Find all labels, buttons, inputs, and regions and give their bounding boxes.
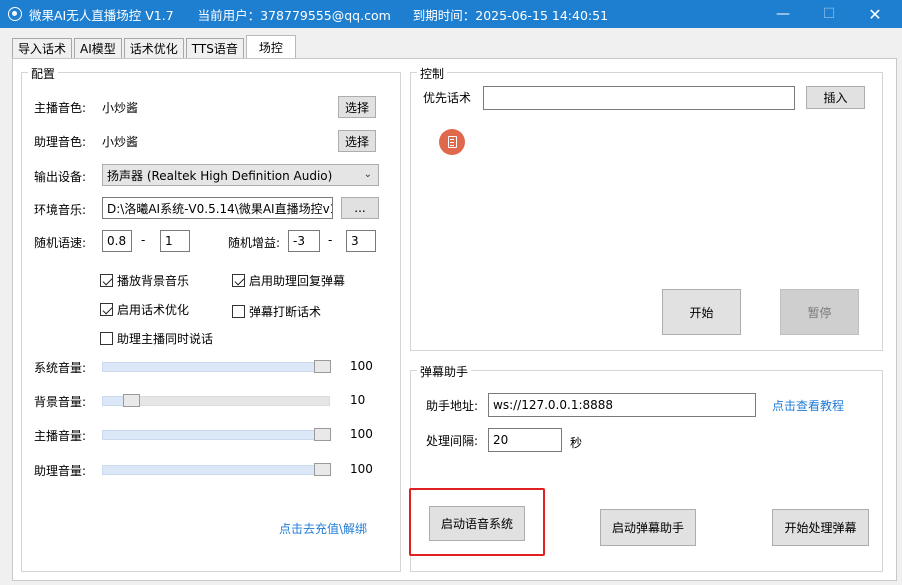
- checkbox-simultaneous-speak-label: 助理主播同时说话: [117, 332, 214, 346]
- assistant-address-input[interactable]: ws://127.0.0.1:8888: [488, 393, 756, 417]
- checkbox-play-bgm-box[interactable]: [100, 274, 113, 287]
- output-device-select[interactable]: 扬声器 (Realtek High Definition Audio) ⌄: [102, 164, 379, 186]
- assistant-volume-label: 助理音量:: [34, 464, 87, 478]
- assistant-voice-label: 助理音色:: [34, 135, 87, 149]
- maximize-icon[interactable]: ☐: [806, 0, 852, 28]
- checkbox-danmaku-interrupt[interactable]: 弹幕打断话术: [232, 303, 321, 320]
- speed-min-input[interactable]: 0.8: [102, 230, 132, 252]
- app-title: 微果AI无人直播场控 V1.7: [29, 7, 174, 23]
- annotation-highlight-box: [409, 488, 545, 556]
- chevron-down-icon: ⌄: [363, 169, 372, 180]
- speed-max-input[interactable]: 1: [160, 230, 190, 252]
- main-window: 导入话术 AI模型 话术优化 TTS语音 场控 配置 主播音色: 小炒酱 选择 …: [0, 28, 902, 585]
- speed-dash: -: [141, 233, 146, 247]
- start-danmaku-assistant-button[interactable]: 启动弹幕助手: [600, 509, 696, 546]
- tab-strip: 导入话术 AI模型 话术优化 TTS语音 场控: [12, 35, 298, 58]
- gain-dash: -: [328, 233, 333, 247]
- host-volume-label: 主播音量:: [34, 429, 87, 443]
- bgm-volume-label: 背景音量:: [34, 395, 87, 409]
- assistant-address-label: 助手地址:: [426, 399, 479, 413]
- tab-field-control[interactable]: 场控: [245, 35, 296, 58]
- start-processing-danmaku-button[interactable]: 开始处理弹幕: [772, 509, 869, 546]
- checkbox-play-bgm-label: 播放背景音乐: [117, 274, 190, 288]
- control-group-label: 控制: [417, 65, 448, 82]
- slider-thumb[interactable]: [314, 360, 331, 373]
- checkbox-danmaku-interrupt-box[interactable]: [232, 305, 245, 318]
- gain-label: 随机增益:: [228, 236, 281, 250]
- priority-script-input[interactable]: [483, 86, 795, 110]
- title-bar: 微果AI无人直播场控 V1.7 当前用户：378779555@qq.com 到期…: [0, 0, 902, 28]
- danmaku-group-label: 弹幕助手: [417, 363, 472, 380]
- ambient-music-path[interactable]: D:\洛曦AI系统-V0.5.14\微果AI直播场控v1: [102, 197, 333, 219]
- checkbox-script-optimize-box[interactable]: [100, 303, 113, 316]
- tab-panel: 配置 主播音色: 小炒酱 选择 助理音色: 小炒酱 选择 输出设备: 扬声器 (…: [12, 58, 897, 581]
- tutorial-link[interactable]: 点击查看教程: [772, 397, 844, 414]
- checkbox-simultaneous-speak[interactable]: 助理主播同时说话: [100, 330, 213, 347]
- pause-button[interactable]: 暂停: [780, 289, 859, 335]
- interval-unit: 秒: [570, 436, 583, 450]
- process-interval-label: 处理间隔:: [426, 434, 479, 448]
- slider-thumb[interactable]: [314, 463, 331, 476]
- host-volume-slider[interactable]: [102, 428, 331, 441]
- gain-min-input[interactable]: -3: [288, 230, 320, 252]
- checkbox-play-bgm[interactable]: 播放背景音乐: [100, 272, 189, 289]
- host-voice-value: 小炒酱: [102, 101, 139, 115]
- speed-label: 随机语速:: [34, 236, 87, 250]
- output-device-label: 输出设备:: [34, 170, 87, 184]
- output-device-value: 扬声器 (Realtek High Definition Audio): [107, 168, 333, 183]
- process-interval-input[interactable]: 20: [488, 428, 562, 452]
- checkbox-assistant-reply-box[interactable]: [232, 274, 245, 287]
- current-user: 当前用户：378779555@qq.com: [197, 7, 391, 23]
- assistant-volume-value: 100: [350, 462, 373, 476]
- checkbox-assistant-reply-label: 启用助理回复弹幕: [249, 274, 346, 288]
- config-group-label: 配置: [28, 65, 59, 82]
- control-group: 控制 优先话术 插入 开始 暂停: [410, 65, 883, 351]
- bgm-volume-value: 10: [350, 393, 366, 407]
- checkbox-simultaneous-speak-box[interactable]: [100, 332, 113, 345]
- checkbox-script-optimize[interactable]: 启用话术优化: [100, 301, 189, 318]
- expiry-time: 到期时间：2025-06-15 14:40:51: [412, 7, 609, 23]
- minimize-icon[interactable]: —: [760, 0, 806, 28]
- clipboard-icon[interactable]: [439, 129, 465, 155]
- browse-button[interactable]: ...: [341, 197, 379, 219]
- tab-script-optimize[interactable]: 话术优化: [123, 38, 184, 58]
- host-voice-select-button[interactable]: 选择: [338, 96, 376, 118]
- host-volume-value: 100: [350, 427, 373, 441]
- recharge-link[interactable]: 点击去充值\解绑: [279, 520, 367, 537]
- assistant-voice-value: 小炒酱: [102, 135, 139, 149]
- system-volume-value: 100: [350, 359, 373, 373]
- checkbox-script-optimize-label: 启用话术优化: [117, 303, 190, 317]
- host-voice-label: 主播音色:: [34, 101, 87, 115]
- slider-thumb[interactable]: [314, 428, 331, 441]
- config-group: 配置 主播音色: 小炒酱 选择 助理音色: 小炒酱 选择 输出设备: 扬声器 (…: [21, 65, 401, 572]
- checkbox-danmaku-interrupt-label: 弹幕打断话术: [249, 305, 322, 319]
- slider-thumb[interactable]: [123, 394, 141, 407]
- system-volume-slider[interactable]: [102, 360, 331, 373]
- bgm-volume-slider[interactable]: [102, 394, 330, 407]
- gain-max-input[interactable]: 3: [346, 230, 376, 252]
- ambient-music-label: 环境音乐:: [34, 203, 87, 217]
- assistant-volume-slider[interactable]: [102, 463, 331, 476]
- checkbox-assistant-reply[interactable]: 启用助理回复弹幕: [232, 272, 345, 289]
- tab-import-script[interactable]: 导入话术: [12, 38, 73, 58]
- tab-tts-voice[interactable]: TTS语音: [185, 38, 244, 58]
- close-icon[interactable]: ✕: [852, 0, 898, 28]
- system-volume-label: 系统音量:: [34, 361, 87, 375]
- assistant-voice-select-button[interactable]: 选择: [338, 130, 376, 152]
- insert-button[interactable]: 插入: [806, 86, 865, 109]
- priority-script-label: 优先话术: [423, 91, 472, 105]
- tab-ai-model[interactable]: AI模型: [74, 38, 122, 58]
- app-logo-icon: [8, 7, 22, 21]
- start-button[interactable]: 开始: [662, 289, 741, 335]
